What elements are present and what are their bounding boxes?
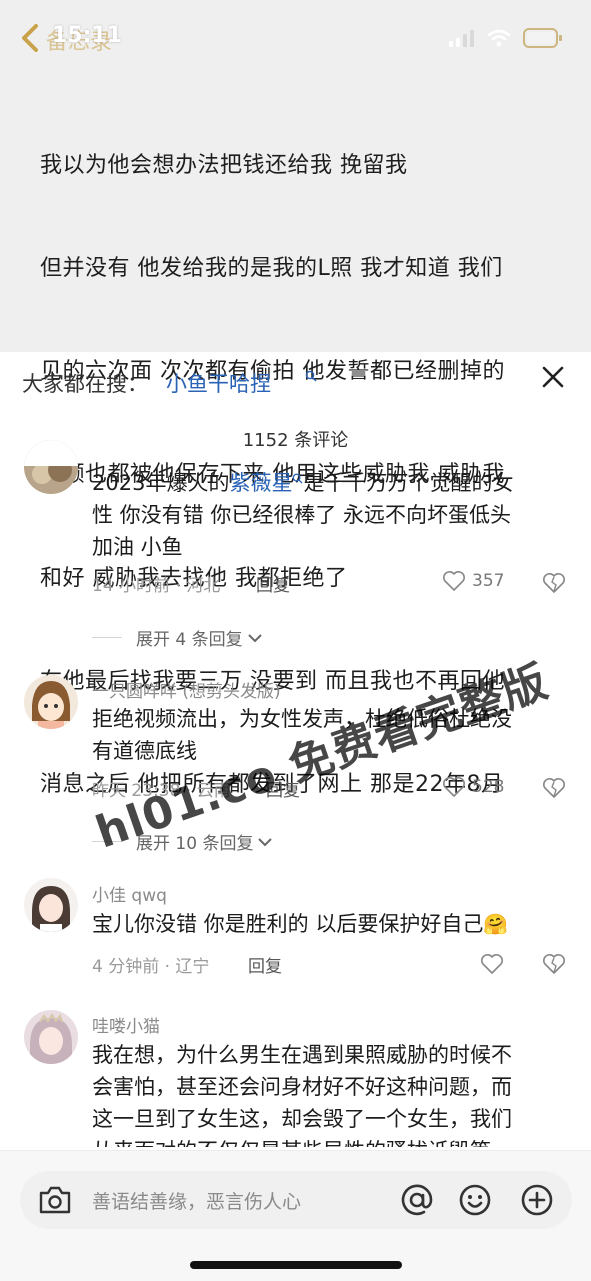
camera-icon[interactable]: [38, 1185, 72, 1215]
expand-replies[interactable]: 展开 4 条回复: [92, 625, 263, 650]
back-chevron-icon[interactable]: [18, 22, 46, 54]
like-button[interactable]: 528: [442, 776, 504, 798]
status-icons: [449, 24, 563, 52]
comment-text: 宝儿你没错 你是胜利的 以后要保护好自己🤗: [92, 912, 509, 936]
comment-input[interactable]: 善语结善缘，恶言伤人心: [20, 1171, 572, 1229]
hug-emoji-icon: 🤗: [483, 912, 509, 936]
avatar[interactable]: [24, 675, 78, 729]
heart-icon: [443, 777, 465, 797]
plus-icon[interactable]: [520, 1183, 554, 1217]
comment-input-bar: 善语结善缘，恶言伤人心: [0, 1150, 591, 1281]
like-button[interactable]: 357: [442, 570, 504, 592]
reply-button[interactable]: 回复: [248, 952, 282, 977]
search-term-link[interactable]: 小鱼干哈捏: [166, 368, 271, 398]
dislike-heart-icon[interactable]: [542, 571, 566, 595]
like-count: 357: [472, 571, 505, 591]
search-prefix: 大家都在搜：: [22, 372, 148, 396]
comment-text: 拒绝视频流出，为女性发声，杜绝低俗杜绝没 有道德底线: [92, 707, 512, 763]
dislike-heart-icon[interactable]: [542, 776, 566, 800]
dislike-heart-icon[interactable]: [542, 952, 566, 976]
avatar[interactable]: [24, 440, 78, 494]
status-bar: 备忘录 15:11: [0, 0, 591, 74]
reply-button[interactable]: 回复: [266, 776, 300, 801]
comment-count: 1152 条评论: [242, 430, 349, 451]
topic-link[interactable]: 紫薇星: [229, 471, 292, 495]
comment-meta: 昨天 23:38 · 云南: [92, 781, 231, 801]
search-suggestion[interactable]: 大家都在搜： 小鱼干哈捏: [22, 364, 572, 400]
battery-icon: [523, 28, 562, 48]
chevron-down-icon: [247, 633, 262, 642]
like-count: 528: [472, 777, 505, 797]
status-time: 15:11: [52, 23, 123, 48]
comment-username[interactable]: 小佳 qwq: [92, 881, 167, 906]
comment-input-placeholder: 善语结善缘，恶言伤人心: [92, 1191, 302, 1213]
note-panel: 备忘录 15:11 我以为他会想办法把钱还给我 挽留我 但并没有 他发给我的是我…: [0, 0, 591, 797]
emoji-icon[interactable]: [458, 1183, 492, 1217]
avatar[interactable]: [24, 1010, 78, 1064]
search-icon: [305, 370, 317, 382]
home-indicator[interactable]: [190, 1261, 402, 1269]
at-icon[interactable]: [400, 1183, 434, 1217]
avatar[interactable]: [24, 878, 78, 932]
note-line: 我以为他会想办法把钱还给我 挽留我: [40, 152, 408, 178]
search-icon: [293, 473, 303, 484]
comment-meta: 14 小时前 · 河北: [92, 576, 221, 596]
expand-replies[interactable]: 展开 10 条回复: [92, 829, 273, 854]
heart-icon[interactable]: [480, 952, 504, 976]
heart-icon: [443, 571, 465, 591]
signal-icon: [449, 30, 474, 47]
comment-meta: 4 分钟前 · 辽宁: [92, 957, 210, 977]
note-line: 但并没有 他发给我的是我的L照 我才知道 我们: [40, 256, 503, 282]
comment-username[interactable]: 一只圆咩咩 (想剪头发版): [92, 677, 281, 702]
comment-text: 2023年爆火的紫薇星 是千千万万个觉醒的女 性 你没有错 你已经很棒了 永远不向…: [92, 471, 514, 559]
comment-username[interactable]: 哇喽小猫: [92, 1012, 160, 1037]
chevron-down-icon: [258, 837, 273, 846]
comment-text: 我在想，为什么男生在遇到果照威胁的时候不 会害怕，甚至还会问身材好不好这种问题，…: [92, 1043, 512, 1147]
close-icon[interactable]: [540, 364, 566, 390]
reply-button[interactable]: 回复: [256, 571, 290, 596]
wifi-icon: [487, 29, 511, 47]
